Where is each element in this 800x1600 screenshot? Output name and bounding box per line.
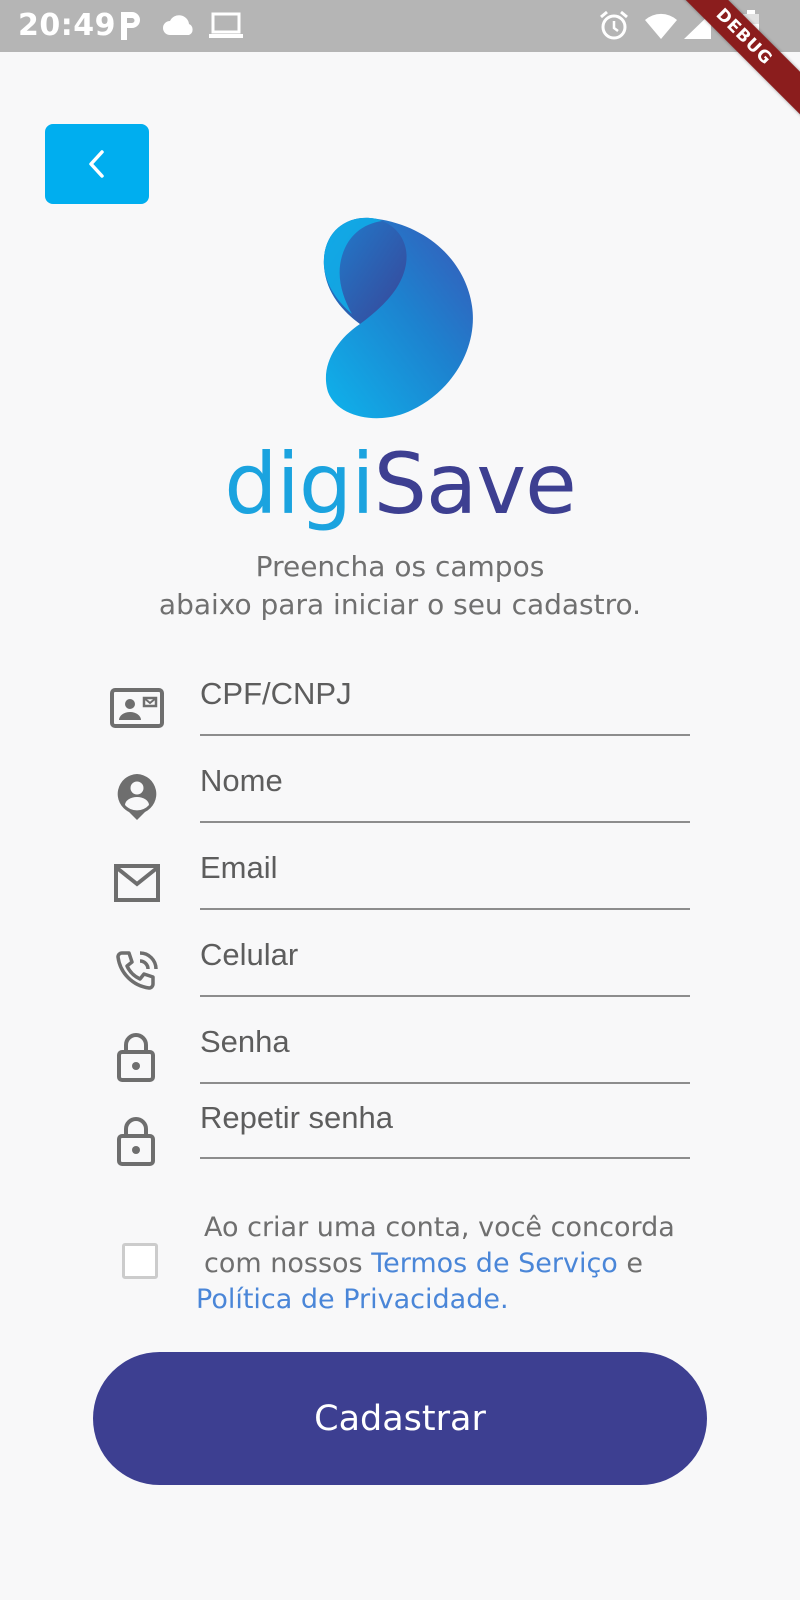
alarm-icon	[598, 10, 630, 47]
logo-text-save: Save	[373, 435, 577, 533]
subtitle-line-1: Preencha os campos	[255, 550, 545, 583]
lock-icon	[116, 1032, 156, 1087]
field-underline	[200, 821, 690, 823]
laptop-icon	[208, 12, 244, 45]
password-field[interactable]: Senha	[100, 1024, 690, 1094]
field-underline	[200, 1082, 690, 1084]
email-field[interactable]: Email	[100, 850, 690, 920]
logo	[322, 216, 478, 425]
repeat-password-field[interactable]: Repetir senha	[100, 1100, 690, 1170]
cpf-cnpj-label: CPF/CNPJ	[200, 676, 352, 711]
back-button[interactable]	[45, 124, 149, 204]
status-time: 20:49	[18, 8, 116, 43]
person-pin-icon	[116, 773, 158, 826]
field-underline	[200, 908, 690, 910]
field-underline	[200, 1157, 690, 1159]
subtitle: Preencha os campos abaixo para iniciar o…	[0, 548, 800, 624]
terms-checkbox[interactable]	[122, 1243, 158, 1279]
terms-line-1: Ao criar uma conta, você concorda	[204, 1212, 675, 1243]
terms-line-3: Política de Privacidade.	[196, 1282, 716, 1318]
logo-text-digi: digi	[224, 435, 374, 533]
phone-label: Celular	[200, 937, 299, 972]
field-underline	[200, 734, 690, 736]
phone-field[interactable]: Celular	[100, 937, 690, 1007]
terms-line-2-suffix: e	[617, 1248, 644, 1279]
terms-line-2-prefix: com nossos	[204, 1248, 372, 1279]
wifi-icon	[644, 12, 678, 45]
cpf-cnpj-field[interactable]: CPF/CNPJ	[100, 676, 690, 746]
debug-label: DEBUG	[680, 0, 800, 119]
email-label: Email	[200, 850, 278, 885]
mail-icon	[114, 864, 160, 907]
privacy-policy-link[interactable]: Política de Privacidade.	[196, 1284, 509, 1315]
password-label: Senha	[200, 1024, 290, 1059]
lock-icon	[116, 1116, 156, 1171]
terms-text: Ao criar uma conta, você concorda com no…	[196, 1210, 716, 1318]
cloud-icon	[162, 14, 196, 41]
field-underline	[200, 995, 690, 997]
submit-button[interactable]: Cadastrar	[93, 1352, 707, 1485]
status-bar: 20:49 DEBUG	[0, 0, 800, 119]
name-field[interactable]: Nome	[100, 763, 690, 833]
subtitle-line-2: abaixo para iniciar o seu cadastro.	[158, 588, 642, 621]
terms-of-service-link[interactable]: Termos de Serviço	[371, 1248, 618, 1279]
parking-icon	[118, 10, 144, 47]
logo-wordmark: digiSave	[0, 434, 800, 534]
name-label: Nome	[200, 763, 283, 798]
debug-banner: DEBUG	[680, 0, 800, 120]
phone-in-talk-icon	[114, 949, 160, 1000]
id-card-icon	[110, 688, 164, 733]
repeat-password-label: Repetir senha	[200, 1100, 394, 1135]
terms-line-2: com nossos Termos de Serviço e	[196, 1246, 716, 1282]
